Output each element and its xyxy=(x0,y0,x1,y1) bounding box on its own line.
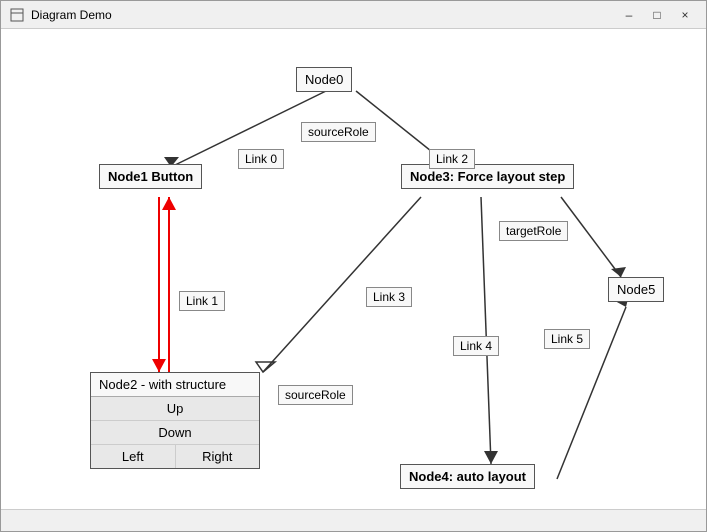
node2-up-row: Up xyxy=(91,397,259,421)
source-role-1: sourceRole xyxy=(301,122,376,142)
source-role-2: sourceRole xyxy=(278,385,353,405)
node2-right-button[interactable]: Right xyxy=(176,445,260,468)
node2-title: Node2 - with structure xyxy=(91,373,259,397)
link-label-5: Link 5 xyxy=(544,329,590,349)
status-bar xyxy=(1,509,706,531)
node5[interactable]: Node5 xyxy=(608,277,664,302)
node2-body: Up Down Left Right xyxy=(91,397,259,468)
window-title: Diagram Demo xyxy=(31,8,610,22)
link-label-4: Link 4 xyxy=(453,336,499,356)
node2-up-button[interactable]: Up xyxy=(91,397,259,420)
window-controls: – □ × xyxy=(616,5,698,25)
app-icon xyxy=(9,7,25,23)
node2-lr-row: Left Right xyxy=(91,445,259,468)
main-window: Diagram Demo – □ × xyxy=(0,0,707,532)
node1[interactable]: Node1 Button xyxy=(99,164,202,189)
node3[interactable]: Node3: Force layout step xyxy=(401,164,574,189)
node2-down-button[interactable]: Down xyxy=(91,421,259,444)
link-label-3: Link 3 xyxy=(366,287,412,307)
close-button[interactable]: × xyxy=(672,5,698,25)
minimize-button[interactable]: – xyxy=(616,5,642,25)
diagram-canvas[interactable]: Node0 Node1 Button Node3: Force layout s… xyxy=(1,29,706,509)
link-label-0: Link 0 xyxy=(238,149,284,169)
node2-down-row: Down xyxy=(91,421,259,445)
node2-left-button[interactable]: Left xyxy=(91,445,176,468)
target-role: targetRole xyxy=(499,221,568,241)
node4[interactable]: Node4: auto layout xyxy=(400,464,535,489)
node2[interactable]: Node2 - with structure Up Down Left Righ… xyxy=(90,372,260,469)
maximize-button[interactable]: □ xyxy=(644,5,670,25)
link-label-1: Link 1 xyxy=(179,291,225,311)
title-bar: Diagram Demo – □ × xyxy=(1,1,706,29)
node0[interactable]: Node0 xyxy=(296,67,352,92)
